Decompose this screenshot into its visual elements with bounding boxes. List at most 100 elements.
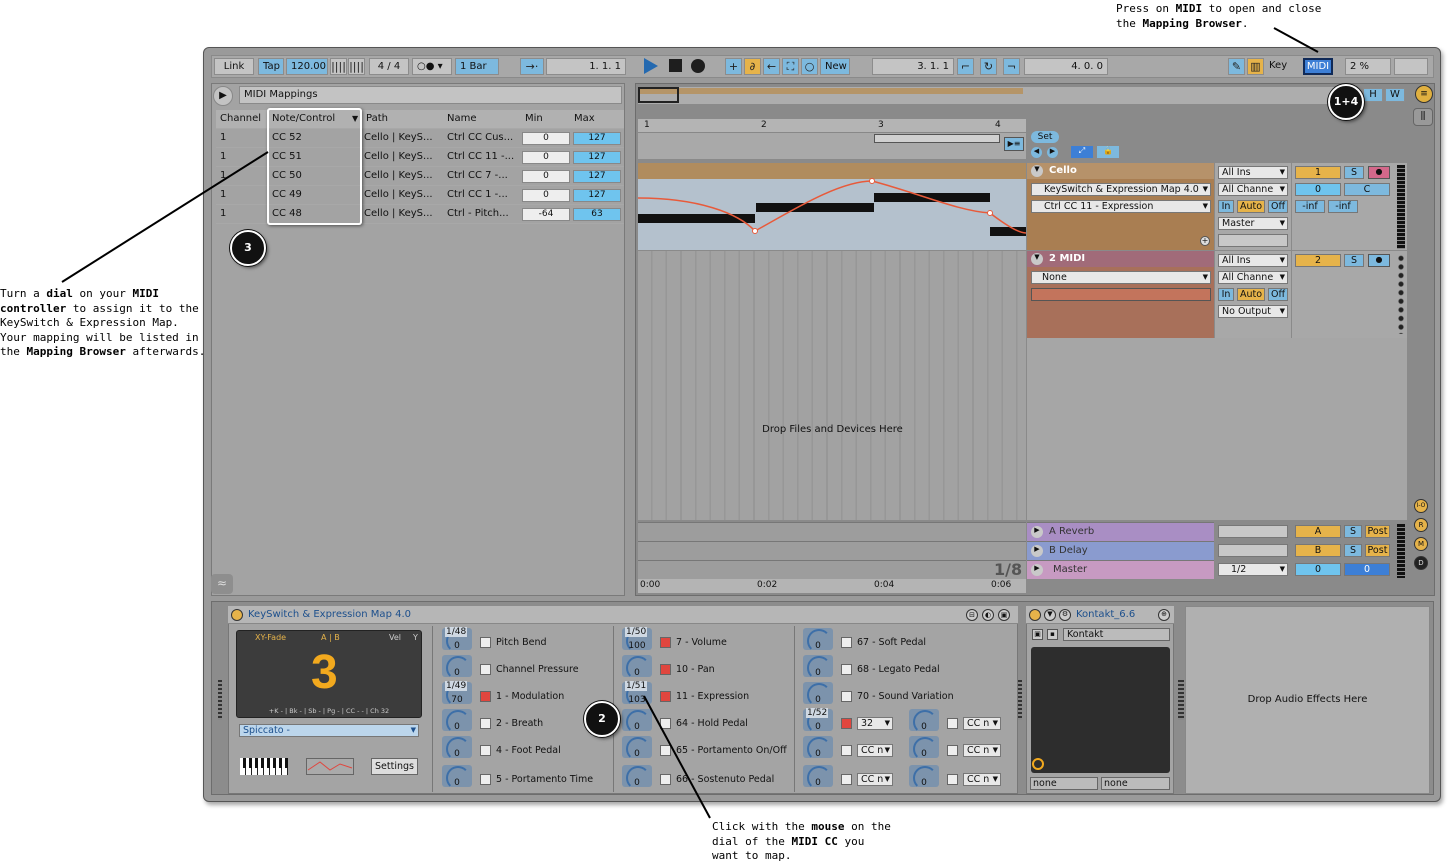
cc-number-select[interactable]: 32 — [857, 717, 893, 730]
mapping-max[interactable]: 127 — [573, 170, 621, 183]
kontakt-on-icon[interactable] — [1029, 609, 1041, 621]
cc-enable-checkbox[interactable] — [841, 774, 852, 785]
cello-clip[interactable] — [638, 163, 1026, 250]
reverb-solo[interactable]: S — [1344, 525, 1362, 538]
device-resize-handle[interactable] — [1178, 680, 1184, 720]
cc-dial[interactable]: 0 — [803, 765, 833, 790]
new-button[interactable]: New — [820, 58, 850, 75]
session-record-icon[interactable]: ○ — [801, 58, 818, 75]
cc-number-select[interactable]: CC n — [963, 773, 1001, 786]
cc-dial[interactable]: 0 — [622, 655, 652, 680]
midi2-monitor-off[interactable]: Off — [1268, 288, 1288, 301]
delay-name[interactable]: B Delay — [1049, 545, 1088, 556]
master-volume[interactable]: 0 — [1295, 563, 1341, 576]
kontakt-lock-icon[interactable]: ▪ — [1047, 629, 1058, 640]
cc-number-select[interactable]: CC n — [963, 717, 1001, 730]
cc-dial[interactable]: 0 — [622, 736, 652, 761]
cc-enable-checkbox[interactable] — [660, 774, 671, 785]
midi2-device-select[interactable]: None — [1031, 271, 1211, 284]
cc-dial[interactable]: 0 — [442, 765, 472, 790]
cc-dial[interactable]: 70 1/49 — [442, 681, 472, 707]
midi2-monitor-auto[interactable]: Auto — [1237, 288, 1265, 301]
kontakt-x-param[interactable]: none — [1030, 777, 1098, 790]
delay-post[interactable]: Post — [1365, 544, 1390, 557]
header-channel[interactable]: Channel — [220, 110, 261, 128]
delay-toggle-icon[interactable]: D — [1414, 556, 1428, 570]
stop-icon[interactable] — [669, 59, 682, 72]
cello-output-channel[interactable] — [1218, 234, 1288, 247]
tempo-field[interactable]: 120.00 — [286, 58, 328, 75]
nudge-up-icon[interactable]: |||| — [348, 58, 365, 75]
browser-toggle-icon[interactable]: ▶ — [213, 86, 233, 106]
cc-enable-checkbox[interactable] — [480, 718, 491, 729]
midi2-lane[interactable] — [638, 251, 1026, 338]
cc-dial[interactable]: 0 — [622, 709, 652, 734]
kontakt-y-param[interactable]: none — [1101, 777, 1170, 790]
midi2-output[interactable]: No Output — [1218, 305, 1288, 318]
mapping-max[interactable]: 127 — [573, 132, 621, 145]
cc-enable-checkbox[interactable] — [480, 637, 491, 648]
mapping-min[interactable]: 0 — [522, 151, 570, 164]
cc-dial[interactable]: 0 — [803, 682, 833, 707]
automation-arm-icon[interactable]: ∂ — [744, 58, 761, 75]
cc-enable-checkbox[interactable] — [841, 691, 852, 702]
cello-output[interactable]: Master — [1218, 217, 1288, 230]
kontakt-menu-icon[interactable]: ⊕ — [1158, 609, 1170, 621]
beat-ruler[interactable]: 1 2 3 4 — [638, 119, 1026, 133]
prev-locator-icon[interactable]: ◀ — [1031, 147, 1042, 158]
reverb-name[interactable]: A Reverb — [1049, 526, 1094, 537]
mixer-toggle-icon[interactable]: ⫼ — [1413, 108, 1433, 126]
reverb-post[interactable]: Post — [1365, 525, 1390, 538]
midi2-solo[interactable]: S — [1344, 254, 1364, 267]
master-lane[interactable] — [638, 560, 1026, 579]
delay-header[interactable]: ▶ B Delay — [1027, 541, 1214, 560]
draw-mode-icon[interactable]: ✎ — [1228, 58, 1245, 75]
cc-enable-checkbox[interactable] — [841, 637, 852, 648]
articulation-preset[interactable]: Spiccato - — [239, 724, 419, 737]
mapping-min[interactable]: 0 — [522, 189, 570, 202]
kontakt-xy-pad[interactable] — [1031, 647, 1170, 773]
cello-monitor-auto[interactable]: Auto — [1237, 200, 1265, 213]
cello-monitor-in[interactable]: In — [1218, 200, 1234, 213]
punch-out-icon[interactable]: ¬ — [1003, 58, 1020, 75]
delay-fold-icon[interactable]: ▶ — [1031, 545, 1043, 557]
master-name[interactable]: Master — [1053, 564, 1087, 575]
cello-send-b[interactable]: -inf — [1328, 200, 1358, 213]
mapping-max[interactable]: 63 — [573, 208, 621, 221]
master-fold-icon[interactable]: ▶ — [1031, 564, 1043, 576]
cc-dial[interactable]: 0 1/48 — [442, 627, 472, 653]
song-position[interactable]: 1. 1. 1 — [546, 58, 626, 75]
kontakt-instrument-field[interactable]: Kontakt — [1063, 628, 1170, 641]
cc-dial[interactable]: 103 1/51 — [622, 681, 652, 707]
cello-send-a[interactable]: -inf — [1295, 200, 1325, 213]
cello-volume[interactable]: 0 — [1295, 183, 1341, 196]
header-max[interactable]: Max — [574, 110, 595, 128]
reverb-header[interactable]: ▶ A Reverb — [1027, 522, 1214, 541]
midi2-input-type[interactable]: All Ins — [1218, 254, 1288, 267]
cello-fold-icon[interactable]: ▼ — [1031, 165, 1043, 177]
overdub-icon[interactable]: + — [725, 58, 742, 75]
cc-number-select[interactable]: CC n — [857, 744, 893, 757]
mapping-min[interactable]: 0 — [522, 132, 570, 145]
cc-dial[interactable]: 0 — [909, 765, 939, 790]
device-edit-icon[interactable]: ⊟ — [966, 609, 978, 621]
play-icon[interactable] — [644, 58, 658, 74]
delay-solo[interactable]: S — [1344, 544, 1362, 557]
overview-bar[interactable] — [638, 87, 1358, 104]
midi2-name[interactable]: 2 MIDI — [1049, 253, 1085, 264]
cello-device-select[interactable]: KeySwitch & Expression Map 4.0 — [1031, 183, 1211, 196]
lock-icon[interactable]: 🔒 — [1097, 146, 1119, 158]
time-signature[interactable]: 4 / 4 — [369, 58, 409, 75]
mapping-min[interactable]: 0 — [522, 170, 570, 183]
record-icon[interactable] — [691, 59, 705, 73]
cc-enable-checkbox[interactable] — [660, 718, 671, 729]
cc-enable-checkbox[interactable] — [480, 691, 491, 702]
device-save-icon[interactable]: ◐ — [982, 609, 994, 621]
cello-name[interactable]: Cello — [1049, 165, 1077, 176]
kontakt-camera-icon[interactable]: ▣ — [1032, 629, 1043, 640]
mid-grip[interactable] — [1018, 680, 1022, 720]
keyboard-icon[interactable] — [240, 758, 291, 775]
mapping-max[interactable]: 127 — [573, 189, 621, 202]
left-grip[interactable] — [218, 680, 222, 720]
cc-dial[interactable]: 0 — [442, 736, 472, 761]
